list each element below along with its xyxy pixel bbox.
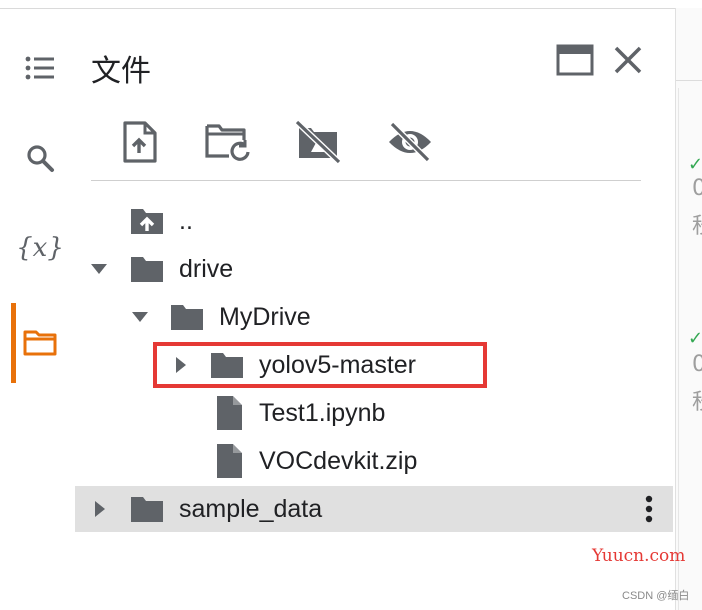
upload-file-icon[interactable] — [115, 118, 163, 166]
check-icon: ✓ — [688, 154, 702, 174]
caret-down-icon[interactable] — [90, 260, 108, 278]
tree-row-vocdevkit[interactable]: VOCdevkit.zip — [75, 438, 673, 484]
top-border — [0, 8, 702, 9]
watermark-brand: Yuucn.com — [592, 546, 686, 566]
more-vert-icon[interactable] — [637, 494, 661, 524]
folder-icon — [129, 252, 165, 286]
tree-row-parent[interactable]: .. — [75, 198, 673, 244]
file-icon — [211, 444, 247, 478]
tree-item-label: VOCdevkit.zip — [259, 447, 418, 475]
cell-exec-time-fragment: 0 — [692, 352, 702, 377]
refresh-folder-icon[interactable] — [204, 118, 252, 166]
folder-icon — [169, 300, 205, 334]
folder-up-icon — [129, 204, 165, 238]
toolbar-divider — [91, 180, 641, 181]
folder-icon — [129, 492, 165, 526]
cell-exec-unit-fragment: 秒 — [692, 208, 702, 240]
annotation-highlight-box — [153, 342, 487, 388]
tree-row-sample-data[interactable]: sample_data — [75, 486, 673, 532]
tree-row-mydrive[interactable]: MyDrive — [75, 294, 673, 340]
tree-item-label: drive — [179, 255, 234, 283]
file-icon — [211, 396, 247, 430]
toc-icon[interactable] — [20, 48, 60, 88]
panel-border — [675, 8, 676, 610]
cell-exec-unit-fragment: 秒 — [692, 384, 702, 416]
tree-item-label: MyDrive — [219, 303, 311, 331]
hide-files-icon[interactable] — [386, 118, 434, 166]
tree-item-label: sample_data — [179, 495, 323, 523]
close-icon[interactable] — [608, 40, 648, 80]
caret-right-icon[interactable] — [91, 500, 109, 518]
tree-row-drive[interactable]: drive — [75, 246, 673, 292]
tree-item-label: .. — [179, 207, 193, 235]
check-icon: ✓ — [688, 328, 702, 348]
tree-row-test1[interactable]: Test1.ipynb — [75, 390, 673, 436]
watermark-credit: CSDN @缅白 — [622, 590, 690, 602]
tree-item-label: Test1.ipynb — [259, 399, 386, 427]
variables-icon[interactable]: {x} — [16, 228, 64, 268]
caret-down-icon[interactable] — [131, 308, 149, 326]
panel-title: 文件 — [91, 54, 151, 89]
active-tab-indicator — [11, 303, 16, 383]
cell-exec-time-fragment: 0 — [692, 176, 702, 201]
content-pane-edge: ✓ 0 秒 ✓ 0 秒 — [676, 8, 702, 610]
open-in-tab-icon[interactable] — [555, 40, 595, 80]
mount-drive-icon[interactable] — [294, 118, 342, 166]
folder-icon[interactable] — [20, 322, 60, 362]
search-icon[interactable] — [20, 138, 60, 178]
